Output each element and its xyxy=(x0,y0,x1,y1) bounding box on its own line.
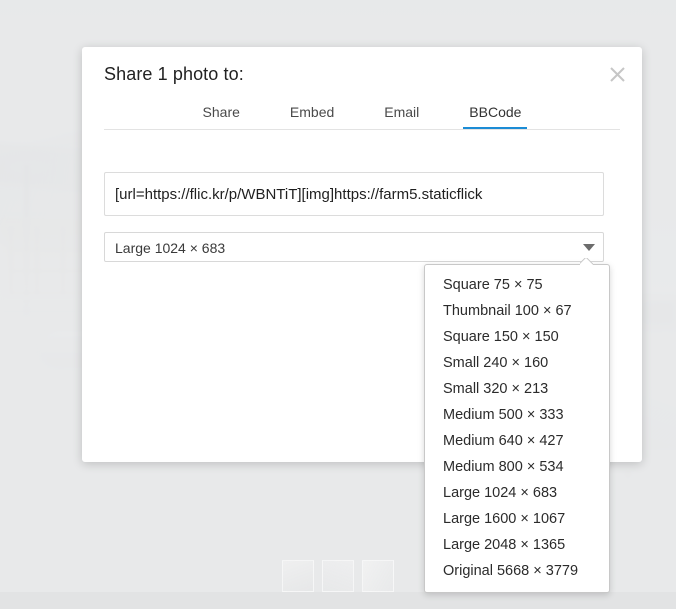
size-option-medium-800[interactable]: Medium 800 × 534 xyxy=(425,454,609,480)
page-root: Share 1 photo to: Share Embed Email BBCo… xyxy=(0,0,676,609)
close-icon xyxy=(609,66,625,82)
size-option-square-75[interactable]: Square 75 × 75 xyxy=(425,272,609,298)
size-option-square-150[interactable]: Square 150 × 150 xyxy=(425,324,609,350)
close-button[interactable] xyxy=(602,59,632,89)
tab-email[interactable]: Email xyxy=(382,101,421,130)
size-dropdown-menu: Square 75 × 75 Thumbnail 100 × 67 Square… xyxy=(424,264,610,593)
filmstrip-thumbnail[interactable] xyxy=(322,560,354,592)
size-option-medium-500[interactable]: Medium 500 × 333 xyxy=(425,402,609,428)
filmstrip-thumbnail[interactable] xyxy=(362,560,394,592)
bottom-bar xyxy=(0,592,676,609)
size-option-medium-640[interactable]: Medium 640 × 427 xyxy=(425,428,609,454)
size-select[interactable]: Large 1024 × 683 xyxy=(104,232,604,262)
size-option-original-5668[interactable]: Original 5668 × 3779 xyxy=(425,558,609,584)
tab-share[interactable]: Share xyxy=(201,101,242,130)
size-option-small-320[interactable]: Small 320 × 213 xyxy=(425,376,609,402)
chevron-down-icon xyxy=(583,244,595,251)
modal-title: Share 1 photo to: xyxy=(104,64,244,84)
tab-divider xyxy=(104,129,620,130)
size-select-value: Large 1024 × 683 xyxy=(115,240,226,256)
tab-bbcode[interactable]: BBCode xyxy=(463,101,528,130)
share-code-input[interactable]: [url=https://flic.kr/p/WBNTiT][img]https… xyxy=(104,172,604,216)
tab-embed[interactable]: Embed xyxy=(288,101,336,130)
size-option-large-2048[interactable]: Large 2048 × 1365 xyxy=(425,532,609,558)
size-option-small-240[interactable]: Small 240 × 160 xyxy=(425,350,609,376)
filmstrip-thumbnail[interactable] xyxy=(282,560,314,592)
dropdown-caret-icon xyxy=(580,258,593,265)
tab-bar: Share Embed Email BBCode xyxy=(104,101,620,130)
size-option-thumbnail-100[interactable]: Thumbnail 100 × 67 xyxy=(425,298,609,324)
size-option-large-1024[interactable]: Large 1024 × 683 xyxy=(425,480,609,506)
size-option-large-1600[interactable]: Large 1600 × 1067 xyxy=(425,506,609,532)
